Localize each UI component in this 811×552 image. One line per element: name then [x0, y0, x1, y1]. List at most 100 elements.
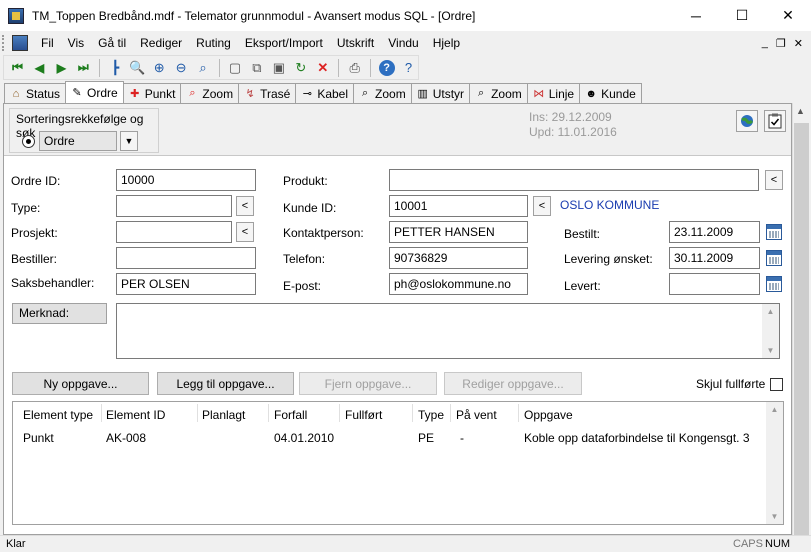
- save-icon[interactable]: ▣: [269, 58, 288, 78]
- chevron-up-icon[interactable]: ▲: [796, 106, 805, 116]
- hide-completed-toggle[interactable]: Skjul fullførte: [696, 377, 784, 391]
- table-cell[interactable]: Punkt: [23, 431, 54, 445]
- search-icon[interactable]: ⌕: [194, 58, 213, 78]
- column-divider[interactable]: [412, 404, 413, 422]
- zoom-in-icon[interactable]: ⊕: [150, 58, 169, 78]
- mdi-minimize-button[interactable]: _: [762, 37, 768, 50]
- chevron-down-icon[interactable]: ▼: [771, 512, 779, 521]
- print-icon[interactable]: ⎙: [345, 58, 364, 78]
- epost-field[interactable]: ph@oslokommune.no: [389, 273, 528, 295]
- minimize-button[interactable]: ─: [673, 0, 719, 31]
- globe-icon[interactable]: [736, 110, 758, 132]
- menu-grip[interactable]: [2, 35, 6, 51]
- app-icon[interactable]: [8, 7, 24, 24]
- scrollbar-thumb[interactable]: [794, 123, 809, 543]
- clipboard-icon[interactable]: [764, 110, 786, 132]
- col-header-type[interactable]: Type: [418, 408, 444, 422]
- close-button[interactable]: ✕: [765, 0, 811, 31]
- col-header-planlagt[interactable]: Planlagt: [202, 408, 245, 422]
- document-icon[interactable]: [12, 35, 28, 51]
- tab-linje[interactable]: ⋈ Linje: [526, 83, 581, 103]
- column-divider[interactable]: [518, 404, 519, 422]
- column-divider[interactable]: [197, 404, 198, 422]
- column-divider[interactable]: [450, 404, 451, 422]
- tab-punkt[interactable]: ✚ Punkt: [122, 83, 182, 103]
- col-header-oppgave[interactable]: Oppgave: [524, 408, 573, 422]
- levert-field[interactable]: [669, 273, 760, 295]
- menu-ruting[interactable]: Ruting: [189, 33, 238, 53]
- zoom-out-icon[interactable]: ⊖: [172, 58, 191, 78]
- produkt-pick-button[interactable]: <: [765, 170, 783, 190]
- column-divider[interactable]: [101, 404, 102, 422]
- col-header-fullfort[interactable]: Fullført: [345, 408, 382, 422]
- produkt-field[interactable]: [389, 169, 759, 191]
- sort-radio[interactable]: [22, 135, 35, 148]
- tree-icon[interactable]: ┣: [106, 58, 125, 78]
- chevron-up-icon[interactable]: ▲: [767, 307, 775, 316]
- kunde-pick-button[interactable]: <: [533, 196, 551, 216]
- table-cell[interactable]: PE: [418, 431, 434, 445]
- column-divider[interactable]: [268, 404, 269, 422]
- copy-record-icon[interactable]: ⧉: [247, 58, 266, 78]
- calendar-icon[interactable]: [765, 274, 783, 294]
- menu-rediger[interactable]: Rediger: [133, 33, 189, 53]
- edit-task-button[interactable]: Rediger oppgave...: [444, 372, 582, 395]
- mdi-restore-button[interactable]: ❐: [776, 37, 786, 50]
- table-cell[interactable]: Koble opp dataforbindelse til Kongensgt.…: [524, 431, 750, 445]
- bestiller-field[interactable]: [116, 247, 256, 269]
- tab-kunde[interactable]: ☻ Kunde: [579, 83, 642, 103]
- tab-utstyr[interactable]: ▥ Utstyr: [410, 83, 471, 103]
- grid-scrollbar[interactable]: ▲ ▼: [766, 402, 783, 524]
- kunde-id-field[interactable]: 10001: [389, 195, 528, 217]
- tab-zoom-kabel[interactable]: ⌕ Zoom: [353, 83, 412, 103]
- menu-eksport-import[interactable]: Eksport/Import: [238, 33, 330, 53]
- tab-status[interactable]: ⌂ Status: [4, 83, 67, 103]
- type-field[interactable]: [116, 195, 232, 217]
- sort-select[interactable]: Ordre: [39, 131, 117, 151]
- menu-vis[interactable]: Vis: [61, 33, 91, 53]
- last-record-icon[interactable]: ⏭: [74, 58, 93, 78]
- first-record-icon[interactable]: ⏮: [8, 58, 27, 78]
- mdi-close-button[interactable]: ✕: [794, 37, 803, 50]
- prosjekt-pick-button[interactable]: <: [236, 222, 254, 242]
- tab-zoom-utstyr[interactable]: ⌕ Zoom: [469, 83, 528, 103]
- whats-this-icon[interactable]: ?: [399, 58, 418, 78]
- remove-task-button[interactable]: Fjern oppgave...: [299, 372, 437, 395]
- tab-kabel[interactable]: ⊸ Kabel: [295, 83, 355, 103]
- col-header-element-id[interactable]: Element ID: [106, 408, 165, 422]
- menu-utskrift[interactable]: Utskrift: [330, 33, 381, 53]
- ordre-id-field[interactable]: 10000: [116, 169, 256, 191]
- new-record-icon[interactable]: ▢: [225, 58, 244, 78]
- telefon-field[interactable]: 90736829: [389, 247, 528, 269]
- kontaktperson-field[interactable]: PETTER HANSEN: [389, 221, 528, 243]
- col-header-element-type[interactable]: Element type: [23, 408, 93, 422]
- help-button[interactable]: ?: [377, 58, 396, 78]
- delete-icon[interactable]: ✕: [313, 58, 332, 78]
- previous-record-icon[interactable]: ◀: [30, 58, 49, 78]
- col-header-pa-vent[interactable]: På vent: [456, 408, 497, 422]
- table-cell[interactable]: AK-008: [106, 431, 146, 445]
- column-divider[interactable]: [339, 404, 340, 422]
- hide-completed-checkbox[interactable]: [770, 377, 784, 391]
- saksbehandler-field[interactable]: PER OLSEN: [116, 273, 256, 295]
- levering-field[interactable]: 30.11.2009: [669, 247, 760, 269]
- refresh-icon[interactable]: ↻: [291, 58, 310, 78]
- tab-trase[interactable]: ↯ Trasé: [238, 83, 297, 103]
- type-pick-button[interactable]: <: [236, 196, 254, 216]
- zoom-icon[interactable]: 🔍: [128, 58, 147, 78]
- menu-vindu[interactable]: Vindu: [381, 33, 425, 53]
- chevron-up-icon[interactable]: ▲: [771, 405, 779, 414]
- calendar-icon[interactable]: [765, 248, 783, 268]
- table-cell[interactable]: 04.01.2010: [274, 431, 334, 445]
- add-task-button[interactable]: Legg til oppgave...: [157, 372, 294, 395]
- calendar-icon[interactable]: [765, 222, 783, 242]
- prosjekt-field[interactable]: [116, 221, 232, 243]
- col-header-forfall[interactable]: Forfall: [274, 408, 307, 422]
- merknad-button[interactable]: Merknad:: [12, 303, 107, 324]
- tab-zoom-punkt[interactable]: ⌕ Zoom: [180, 83, 240, 103]
- bestilt-field[interactable]: 23.11.2009: [669, 221, 760, 243]
- kunde-name-link[interactable]: OSLO KOMMUNE: [560, 198, 659, 212]
- merknad-textarea[interactable]: ▲ ▼: [116, 303, 780, 359]
- next-record-icon[interactable]: ▶: [52, 58, 71, 78]
- menu-fil[interactable]: Fil: [34, 33, 61, 53]
